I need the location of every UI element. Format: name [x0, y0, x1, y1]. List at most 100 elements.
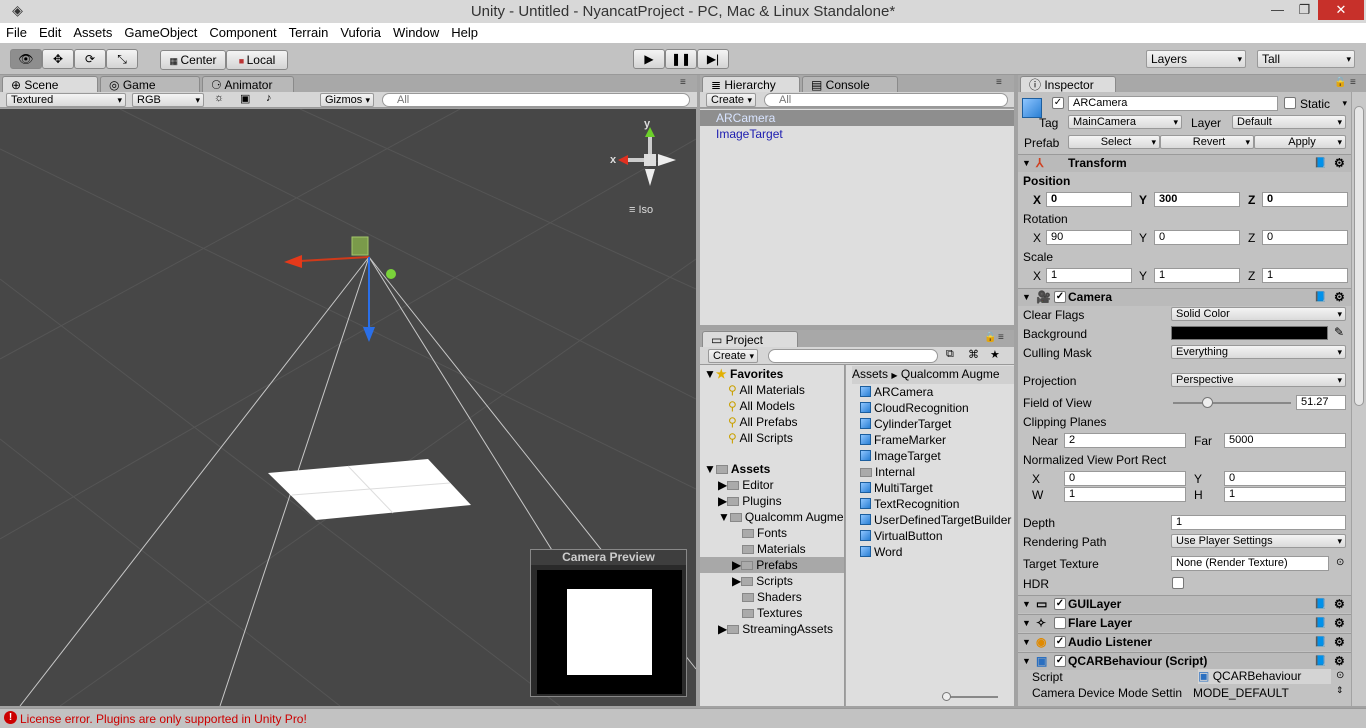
- prefab-select-button[interactable]: Select: [1068, 135, 1160, 149]
- tab-game[interactable]: ◎ Game: [100, 76, 200, 92]
- folder-shaders[interactable]: Shaders: [742, 589, 802, 605]
- eyedropper-icon[interactable]: ✎: [1334, 325, 1344, 339]
- inspector-scrollbar-thumb[interactable]: [1354, 106, 1364, 406]
- guilayer-header[interactable]: ▼ ▭ ✓ GUILayer 📘 ⚙: [1018, 595, 1351, 613]
- gear-icon[interactable]: ⚙: [1334, 596, 1345, 613]
- breadcrumb-qualcomm[interactable]: Qualcomm Augme: [901, 367, 1000, 381]
- object-picker-icon[interactable]: ⊙: [1336, 557, 1344, 568]
- viewport-w-input[interactable]: 1: [1064, 487, 1186, 502]
- status-bar[interactable]: ! License error. Plugins are only suppor…: [0, 708, 1366, 728]
- folder-prefabs[interactable]: ▶ Prefabs: [700, 557, 844, 573]
- active-checkbox[interactable]: ✓: [1052, 97, 1064, 109]
- rotate-tool-button[interactable]: ⟳: [74, 49, 106, 69]
- tab-inspector[interactable]: ⓘ Inspector: [1020, 76, 1116, 92]
- qcar-behaviour-header[interactable]: ▼ ▣ ✓ QCARBehaviour (Script) 📘 ⚙: [1018, 652, 1351, 670]
- rotation-x-input[interactable]: 90: [1046, 230, 1132, 245]
- asset-cylindertarget[interactable]: CylinderTarget: [860, 416, 951, 432]
- favorites-header[interactable]: ▼★ Favorites: [704, 366, 783, 382]
- minimize-button[interactable]: —: [1264, 0, 1291, 20]
- asset-cloudrecognition[interactable]: CloudRecognition: [860, 400, 969, 416]
- view-tool-button[interactable]: 👁: [10, 49, 42, 69]
- menu-edit[interactable]: Edit: [33, 23, 67, 42]
- play-button[interactable]: ▶: [633, 49, 665, 69]
- object-picker-icon[interactable]: ⊙: [1336, 670, 1344, 681]
- hdr-checkbox[interactable]: [1172, 577, 1184, 589]
- help-book-icon[interactable]: 📘: [1314, 653, 1326, 670]
- position-z-input[interactable]: 0: [1262, 192, 1348, 207]
- help-book-icon[interactable]: 📘: [1314, 289, 1326, 306]
- gizmo-x-arrow[interactable]: [284, 255, 302, 268]
- layers-dropdown[interactable]: Layers: [1146, 50, 1246, 68]
- asset-internal-folder[interactable]: Internal: [860, 464, 915, 480]
- updown-arrows-icon[interactable]: ⇕: [1336, 685, 1344, 696]
- background-color-swatch[interactable]: [1171, 326, 1328, 340]
- viewport-y-input[interactable]: 0: [1224, 471, 1346, 486]
- render-mode-dropdown[interactable]: Textured: [6, 93, 126, 107]
- scale-x-input[interactable]: 1: [1046, 268, 1132, 283]
- project-create-dropdown[interactable]: Create: [708, 349, 758, 363]
- position-y-input[interactable]: 300: [1154, 192, 1240, 207]
- static-dropdown-arrow[interactable]: [1338, 97, 1350, 111]
- asset-userdefinedtargetbuilder[interactable]: UserDefinedTargetBuilder: [860, 512, 1011, 528]
- project-menu-icon[interactable]: ≡: [998, 332, 1004, 343]
- camera-header[interactable]: ▼ 🎥 ✓ Camera 📘 ⚙: [1018, 288, 1351, 306]
- camera-device-mode-value[interactable]: MODE_DEFAULT: [1193, 686, 1289, 700]
- inspector-lock-icon[interactable]: 🔒: [1334, 77, 1346, 88]
- assets-root-folder[interactable]: ▼ Assets: [704, 461, 770, 477]
- asset-framemarker[interactable]: FrameMarker: [860, 432, 946, 448]
- rotation-y-input[interactable]: 0: [1154, 230, 1240, 245]
- flare-layer-enabled-checkbox[interactable]: [1054, 617, 1066, 629]
- fov-slider-thumb[interactable]: [1201, 397, 1213, 408]
- project-lock-icon[interactable]: 🔒: [984, 332, 996, 343]
- asset-textrecognition[interactable]: TextRecognition: [860, 496, 959, 512]
- gear-icon[interactable]: ⚙: [1334, 615, 1345, 632]
- gear-icon[interactable]: ⚙: [1334, 155, 1345, 172]
- depth-input[interactable]: 1: [1171, 515, 1346, 530]
- folder-materials[interactable]: Materials: [742, 541, 806, 557]
- lighting-toggle-icon[interactable]: ☼: [214, 92, 224, 104]
- culling-mask-dropdown[interactable]: Everything: [1171, 345, 1346, 359]
- scale-z-input[interactable]: 1: [1262, 268, 1348, 283]
- scene-search-input[interactable]: All: [382, 93, 690, 107]
- inspector-menu-icon[interactable]: ≡: [1350, 77, 1356, 88]
- search-by-type-icon[interactable]: ⧉: [946, 348, 954, 361]
- gizmo-y-handle[interactable]: [386, 269, 396, 279]
- tab-project[interactable]: ▭ Project: [702, 331, 798, 347]
- folder-plugins[interactable]: ▶ Plugins: [718, 493, 782, 509]
- rendering-path-dropdown[interactable]: Use Player Settings: [1171, 534, 1346, 548]
- favorite-all-scripts[interactable]: ⚲ All Scripts: [728, 430, 793, 446]
- pivot-local-button[interactable]: ■ Local: [226, 50, 288, 70]
- hierarchy-search-input[interactable]: All: [764, 93, 1008, 107]
- asset-virtualbutton[interactable]: VirtualButton: [860, 528, 943, 544]
- menu-terrain[interactable]: Terrain: [283, 23, 335, 42]
- script-field[interactable]: ▣ QCARBehaviour: [1198, 669, 1331, 684]
- menu-assets[interactable]: Assets: [67, 23, 118, 42]
- scale-y-input[interactable]: 1: [1154, 268, 1240, 283]
- favorites-star-icon[interactable]: ★: [990, 348, 1000, 361]
- image-toggle-icon[interactable]: ▣: [240, 92, 250, 105]
- fov-slider-track[interactable]: [1173, 402, 1291, 404]
- step-button[interactable]: ▶|: [697, 49, 729, 69]
- layer-dropdown[interactable]: Default: [1232, 115, 1346, 129]
- restore-button[interactable]: ❐: [1291, 0, 1318, 20]
- favorite-all-prefabs[interactable]: ⚲ All Prefabs: [728, 414, 798, 430]
- help-book-icon[interactable]: 📘: [1314, 155, 1326, 172]
- position-x-input[interactable]: 0: [1046, 192, 1132, 207]
- folder-scripts[interactable]: ▶ Scripts: [732, 573, 793, 589]
- rotation-z-input[interactable]: 0: [1262, 230, 1348, 245]
- target-texture-field[interactable]: None (Render Texture): [1171, 556, 1329, 571]
- gear-icon[interactable]: ⚙: [1334, 634, 1345, 651]
- gizmo-x-axis[interactable]: [299, 256, 370, 262]
- panel-menu-icon[interactable]: ≡: [680, 77, 686, 88]
- tab-hierarchy[interactable]: ≣ Hierarchy: [702, 76, 800, 92]
- close-button[interactable]: ✕: [1318, 0, 1364, 20]
- camera-enabled-checkbox[interactable]: ✓: [1054, 291, 1066, 303]
- search-by-label-icon[interactable]: ⌘: [968, 348, 979, 361]
- pause-button[interactable]: ❚❚: [665, 49, 697, 69]
- asset-imagetarget[interactable]: ImageTarget: [860, 448, 941, 464]
- fov-input[interactable]: 51.27: [1296, 395, 1346, 410]
- gear-icon[interactable]: ⚙: [1334, 289, 1345, 306]
- projection-dropdown[interactable]: Perspective: [1171, 373, 1346, 387]
- menu-component[interactable]: Component: [203, 23, 282, 42]
- favorite-all-materials[interactable]: ⚲ All Materials: [728, 382, 805, 398]
